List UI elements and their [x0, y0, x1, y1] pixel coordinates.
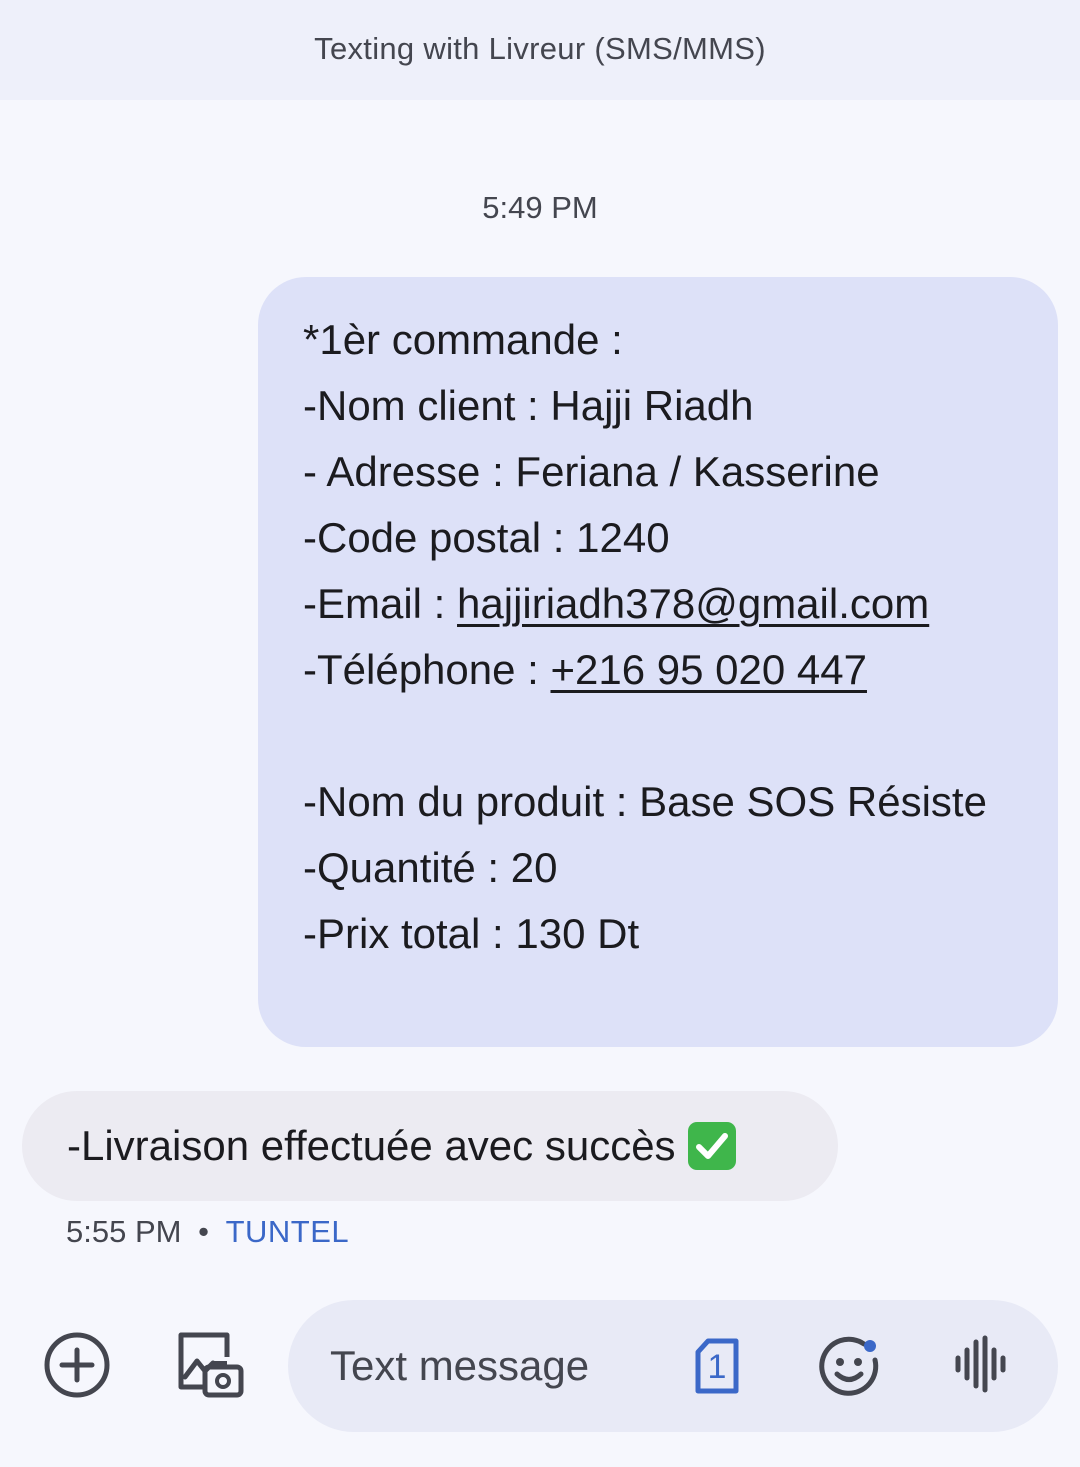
text-message-input[interactable]	[330, 1340, 650, 1392]
message-line: -Code postal : 1240	[303, 514, 670, 561]
conversation-header: Texting with Livreur (SMS/MMS)	[0, 0, 1080, 100]
voice-message-button[interactable]	[950, 1334, 1010, 1399]
gallery-camera-icon	[173, 1329, 245, 1406]
meta-separator: •	[198, 1214, 209, 1249]
carrier-label: TUNTEL	[225, 1214, 350, 1249]
email-link[interactable]: hajjiriadh378@gmail.com	[457, 580, 929, 627]
voice-waveform-icon	[952, 1334, 1008, 1399]
message-line: -Prix total : 130 Dt	[303, 910, 640, 957]
message-meta: 5:55 PM • TUNTEL	[66, 1214, 349, 1250]
message-line: -Quantité : 20	[303, 844, 558, 891]
sent-message-bubble[interactable]: *1èr commande : -Nom client : Hajji Riad…	[258, 277, 1058, 1047]
message-line: -Nom client : Hajji Riadh	[303, 382, 754, 429]
phone-label: -Téléphone :	[303, 646, 551, 693]
message-line: -Nom du produit : Base SOS Résiste	[303, 778, 987, 825]
message-line-phone: -Téléphone : +216 95 020 447	[303, 637, 1058, 703]
add-attachment-button[interactable]	[40, 1330, 114, 1404]
sim-card-icon: 1	[694, 1338, 740, 1394]
conversation-title: Texting with Livreur (SMS/MMS)	[314, 31, 766, 66]
message-line: *1èr commande :	[303, 316, 623, 363]
white-check-mark-icon	[687, 1122, 736, 1170]
gallery-button[interactable]	[172, 1330, 246, 1404]
message-timestamp: 5:49 PM	[482, 190, 598, 225]
plus-circle-icon	[42, 1330, 112, 1405]
received-message-bubble[interactable]: -Livraison effectuée avec succès	[22, 1091, 838, 1201]
emoji-button[interactable]	[818, 1336, 882, 1400]
phone-link[interactable]: +216 95 020 447	[551, 646, 867, 693]
sim-number: 1	[707, 1348, 727, 1386]
sim-selector-button[interactable]: 1	[690, 1336, 744, 1396]
message-line: - Adresse : Feriana / Kasserine	[303, 448, 880, 495]
received-message-text: -Livraison effectuée avec succès	[67, 1122, 676, 1169]
received-time: 5:55 PM	[66, 1214, 182, 1249]
email-label: -Email :	[303, 580, 458, 627]
emoji-icon	[818, 1334, 882, 1403]
message-line-email: -Email : hajjiriadh378@gmail.com	[303, 571, 1058, 637]
